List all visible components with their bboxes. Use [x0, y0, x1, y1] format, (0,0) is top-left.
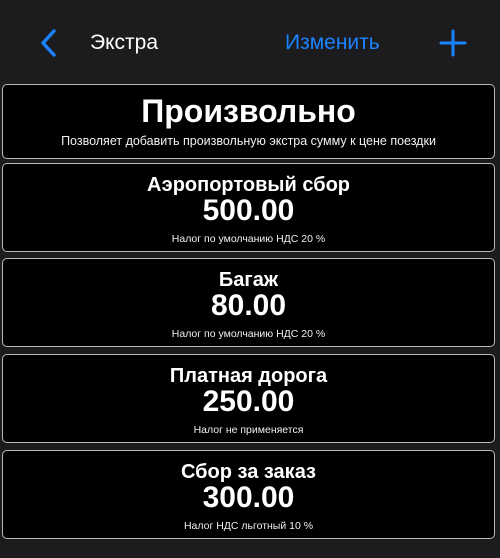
- add-button[interactable]: [436, 26, 470, 60]
- free-extra-title: Произвольно: [141, 93, 356, 129]
- extra-amount: 80.00: [210, 289, 287, 322]
- extra-amount: 300.00: [202, 481, 295, 514]
- extra-tax: Налог по умолчанию НДС 20 %: [171, 233, 326, 245]
- extra-tax: Налог НДС льготный 10 %: [183, 520, 314, 532]
- page-title: Экстра: [90, 31, 158, 54]
- extra-card-order-fee[interactable]: Сбор за заказ 300.00 Налог НДС льготный …: [2, 450, 495, 539]
- navigation-bar: Экстра Изменить: [0, 0, 500, 84]
- free-extra-description: Позволяет добавить произвольную экстра с…: [61, 134, 436, 148]
- extra-amount: 250.00: [202, 385, 295, 418]
- plus-icon: [439, 29, 467, 57]
- back-button[interactable]: [30, 24, 66, 62]
- extra-card-airport-fee[interactable]: Аэропортовый сбор 500.00 Налог по умолча…: [2, 163, 495, 252]
- extra-amount: 500.00: [202, 194, 295, 227]
- extra-card-toll-road[interactable]: Платная дорога 250.00 Налог не применяет…: [2, 354, 495, 443]
- extra-tax: Налог не применяется: [193, 424, 304, 436]
- extra-card-baggage[interactable]: Багаж 80.00 Налог по умолчанию НДС 20 %: [2, 258, 495, 347]
- chevron-left-icon: [41, 29, 56, 57]
- free-extra-card[interactable]: Произвольно Позволяет добавить произволь…: [2, 84, 495, 159]
- edit-button[interactable]: Изменить: [285, 30, 380, 56]
- extra-tax: Налог по умолчанию НДС 20 %: [171, 328, 326, 340]
